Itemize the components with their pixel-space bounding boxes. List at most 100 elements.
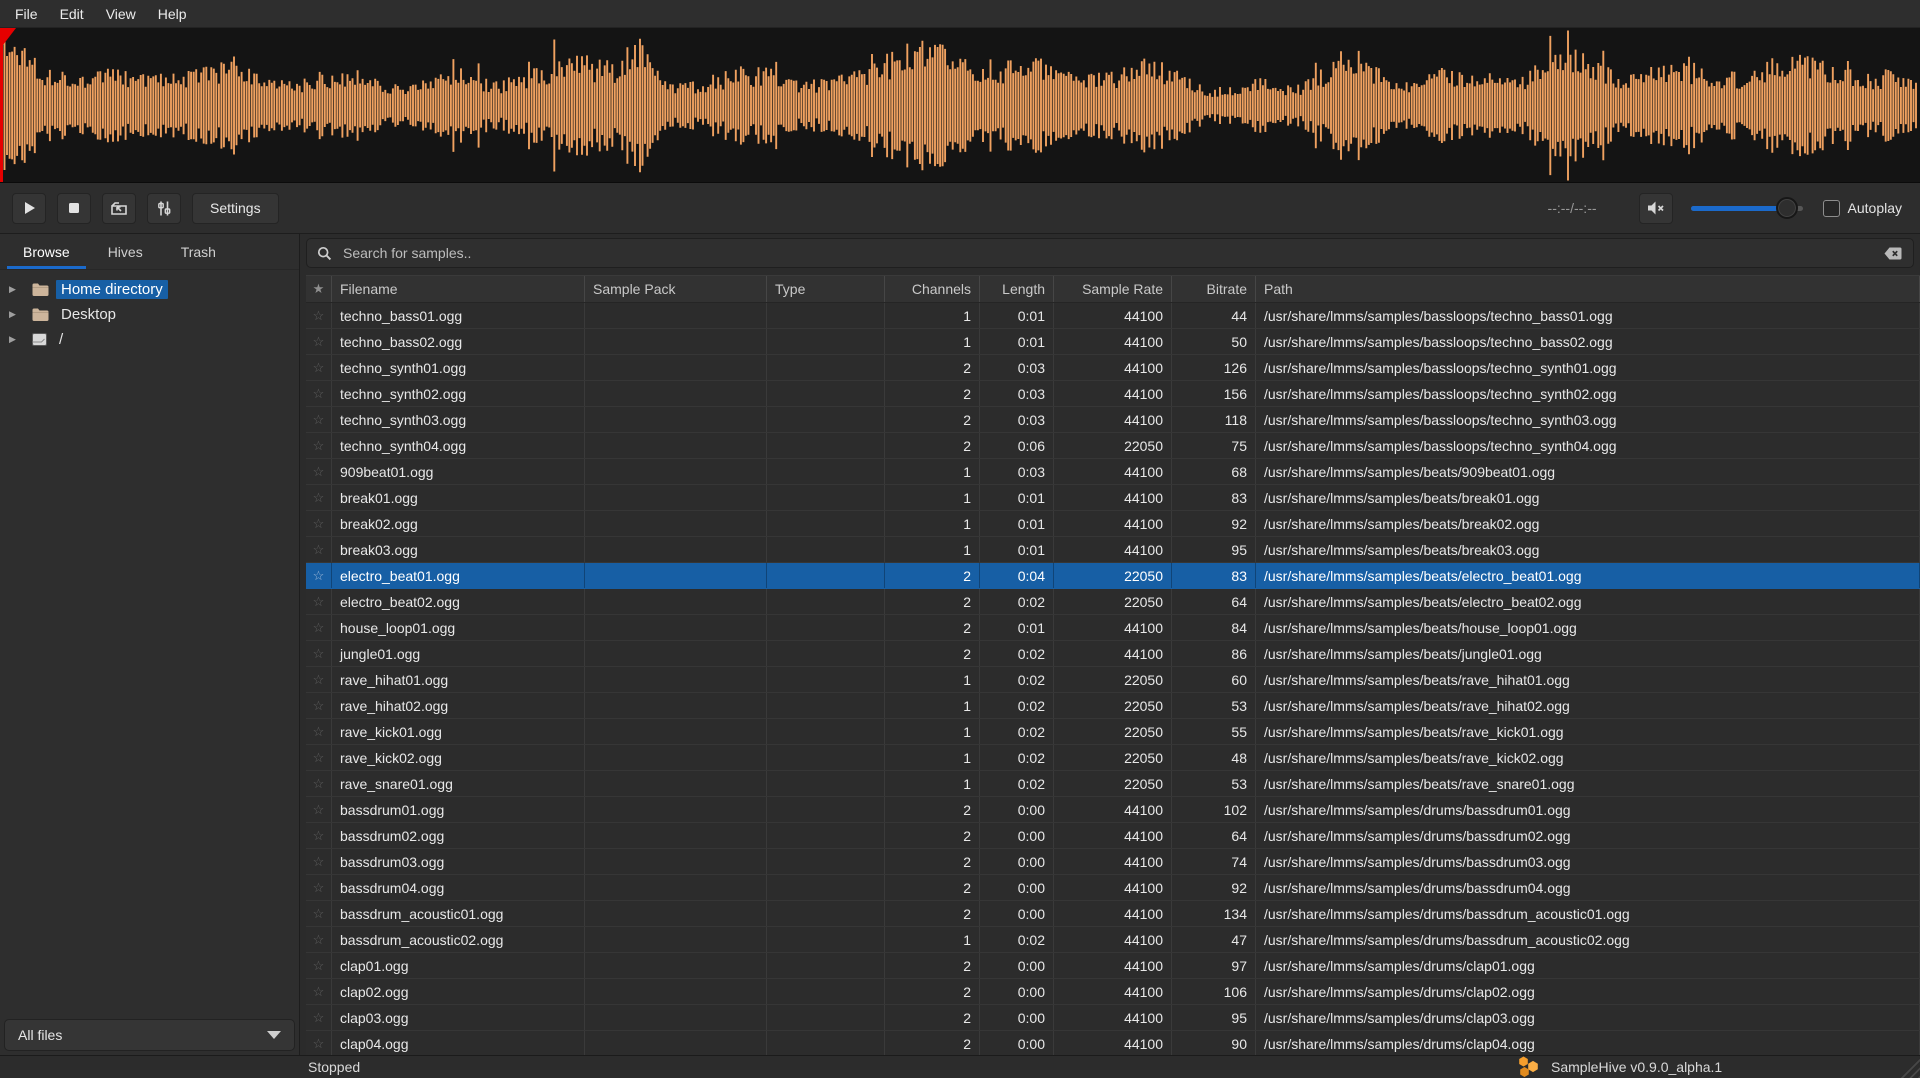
column-header-path[interactable]: Path: [1256, 276, 1920, 302]
favorite-star-icon[interactable]: ☆: [306, 667, 332, 692]
expander-icon[interactable]: ▶: [9, 334, 24, 345]
table-row[interactable]: ☆break03.ogg10:014410095/usr/share/lmms/…: [306, 537, 1920, 563]
column-header-filename[interactable]: Filename: [332, 276, 585, 302]
table-row[interactable]: ☆break02.ogg10:014410092/usr/share/lmms/…: [306, 511, 1920, 537]
favorite-star-icon[interactable]: ☆: [306, 745, 332, 770]
favorite-star-icon[interactable]: ☆: [306, 563, 332, 588]
favorite-star-icon[interactable]: ☆: [306, 901, 332, 926]
favorite-star-icon[interactable]: ☆: [306, 303, 332, 328]
expander-icon[interactable]: ▶: [9, 284, 24, 295]
settings-button[interactable]: Settings: [192, 193, 279, 224]
favorite-star-icon[interactable]: ☆: [306, 1031, 332, 1055]
table-row[interactable]: ☆clap02.ogg20:0044100106/usr/share/lmms/…: [306, 979, 1920, 1005]
table-row[interactable]: ☆techno_bass01.ogg10:014410044/usr/share…: [306, 303, 1920, 329]
favorite-star-icon[interactable]: ☆: [306, 797, 332, 822]
favorite-star-icon[interactable]: ☆: [306, 823, 332, 848]
column-header-sample-rate[interactable]: Sample Rate: [1054, 276, 1172, 302]
table-row[interactable]: ☆rave_hihat02.ogg10:022205053/usr/share/…: [306, 693, 1920, 719]
file-filter-dropdown[interactable]: All files: [4, 1019, 295, 1051]
table-row[interactable]: ☆techno_synth04.ogg20:062205075/usr/shar…: [306, 433, 1920, 459]
favorite-star-icon[interactable]: ☆: [306, 329, 332, 354]
favorite-star-icon[interactable]: ☆: [306, 771, 332, 796]
search-bar[interactable]: [306, 238, 1914, 268]
menu-item-file[interactable]: File: [4, 6, 49, 22]
table-row[interactable]: ☆house_loop01.ogg20:014410084/usr/share/…: [306, 615, 1920, 641]
favorite-star-icon[interactable]: ☆: [306, 485, 332, 510]
cell-channels: 1: [885, 927, 980, 952]
tree-item--[interactable]: ▶/: [0, 327, 299, 352]
favorite-star-icon[interactable]: ☆: [306, 433, 332, 458]
volume-slider-knob[interactable]: [1776, 197, 1798, 219]
cell-path: /usr/share/lmms/samples/drums/clap04.ogg: [1256, 1031, 1920, 1055]
favorite-star-icon[interactable]: ☆: [306, 589, 332, 614]
expander-icon[interactable]: ▶: [9, 309, 24, 320]
table-row[interactable]: ☆techno_synth03.ogg20:0344100118/usr/sha…: [306, 407, 1920, 433]
favorite-star-icon[interactable]: ☆: [306, 979, 332, 1004]
tab-browse[interactable]: Browse: [4, 234, 89, 269]
cell-bitrate: 83: [1172, 485, 1256, 510]
table-row[interactable]: ☆rave_kick01.ogg10:022205055/usr/share/l…: [306, 719, 1920, 745]
column-header-favorite[interactable]: ★: [306, 276, 332, 302]
tree-item-home-directory[interactable]: ▶Home directory: [0, 277, 299, 302]
column-header-bitrate[interactable]: Bitrate: [1172, 276, 1256, 302]
favorite-star-icon[interactable]: ☆: [306, 719, 332, 744]
volume-slider[interactable]: [1691, 206, 1803, 211]
table-row[interactable]: ☆clap01.ogg20:004410097/usr/share/lmms/s…: [306, 953, 1920, 979]
favorite-star-icon[interactable]: ☆: [306, 953, 332, 978]
favorite-star-icon[interactable]: ☆: [306, 381, 332, 406]
column-header-type[interactable]: Type: [767, 276, 885, 302]
favorite-star-icon[interactable]: ☆: [306, 1005, 332, 1030]
loop-button[interactable]: [102, 193, 136, 224]
column-header-channels[interactable]: Channels: [885, 276, 980, 302]
table-row[interactable]: ☆bassdrum_acoustic02.ogg10:024410047/usr…: [306, 927, 1920, 953]
table-row[interactable]: ☆jungle01.ogg20:024410086/usr/share/lmms…: [306, 641, 1920, 667]
table-row[interactable]: ☆clap03.ogg20:004410095/usr/share/lmms/s…: [306, 1005, 1920, 1031]
table-row[interactable]: ☆bassdrum03.ogg20:004410074/usr/share/lm…: [306, 849, 1920, 875]
cell-length: 0:02: [980, 589, 1054, 614]
favorite-star-icon[interactable]: ☆: [306, 537, 332, 562]
search-input[interactable]: [341, 244, 1883, 262]
table-row[interactable]: ☆rave_kick02.ogg10:022205048/usr/share/l…: [306, 745, 1920, 771]
playhead-marker[interactable]: [0, 28, 3, 182]
mute-button[interactable]: [1639, 193, 1673, 224]
table-row[interactable]: ☆bassdrum_acoustic01.ogg20:0044100134/us…: [306, 901, 1920, 927]
table-row[interactable]: ☆techno_synth01.ogg20:0344100126/usr/sha…: [306, 355, 1920, 381]
table-row[interactable]: ☆rave_snare01.ogg10:022205053/usr/share/…: [306, 771, 1920, 797]
table-row[interactable]: ☆909beat01.ogg10:034410068/usr/share/lmm…: [306, 459, 1920, 485]
tab-trash[interactable]: Trash: [162, 234, 235, 269]
tab-hives[interactable]: Hives: [89, 234, 162, 269]
favorite-star-icon[interactable]: ☆: [306, 927, 332, 952]
table-row[interactable]: ☆break01.ogg10:014410083/usr/share/lmms/…: [306, 485, 1920, 511]
waveform-panel[interactable]: [0, 28, 1920, 183]
favorite-star-icon[interactable]: ☆: [306, 511, 332, 536]
stop-button[interactable]: [57, 193, 91, 224]
menu-item-edit[interactable]: Edit: [49, 6, 95, 22]
table-row[interactable]: ☆techno_synth02.ogg20:0344100156/usr/sha…: [306, 381, 1920, 407]
tree-item-desktop[interactable]: ▶Desktop: [0, 302, 299, 327]
favorite-star-icon[interactable]: ☆: [306, 407, 332, 432]
table-row[interactable]: ☆bassdrum01.ogg20:0044100102/usr/share/l…: [306, 797, 1920, 823]
column-header-length[interactable]: Length: [980, 276, 1054, 302]
resize-grip[interactable]: [1899, 1057, 1920, 1078]
favorite-star-icon[interactable]: ☆: [306, 693, 332, 718]
clear-search-icon[interactable]: [1883, 246, 1903, 261]
favorite-star-icon[interactable]: ☆: [306, 875, 332, 900]
table-row[interactable]: ☆bassdrum02.ogg20:004410064/usr/share/lm…: [306, 823, 1920, 849]
column-header-sample-pack[interactable]: Sample Pack: [585, 276, 767, 302]
play-button[interactable]: [12, 193, 46, 224]
favorite-star-icon[interactable]: ☆: [306, 641, 332, 666]
favorite-star-icon[interactable]: ☆: [306, 849, 332, 874]
table-row[interactable]: ☆bassdrum04.ogg20:004410092/usr/share/lm…: [306, 875, 1920, 901]
table-row[interactable]: ☆electro_beat02.ogg20:022205064/usr/shar…: [306, 589, 1920, 615]
menu-item-help[interactable]: Help: [147, 6, 198, 22]
favorite-star-icon[interactable]: ☆: [306, 355, 332, 380]
table-row[interactable]: ☆electro_beat01.ogg20:042205083/usr/shar…: [306, 563, 1920, 589]
table-row[interactable]: ☆rave_hihat01.ogg10:022205060/usr/share/…: [306, 667, 1920, 693]
favorite-star-icon[interactable]: ☆: [306, 615, 332, 640]
ab-loop-button[interactable]: [147, 193, 181, 224]
table-row[interactable]: ☆clap04.ogg20:004410090/usr/share/lmms/s…: [306, 1031, 1920, 1055]
autoplay-checkbox[interactable]: [1823, 200, 1840, 217]
table-row[interactable]: ☆techno_bass02.ogg10:014410050/usr/share…: [306, 329, 1920, 355]
favorite-star-icon[interactable]: ☆: [306, 459, 332, 484]
menu-item-view[interactable]: View: [95, 6, 147, 22]
